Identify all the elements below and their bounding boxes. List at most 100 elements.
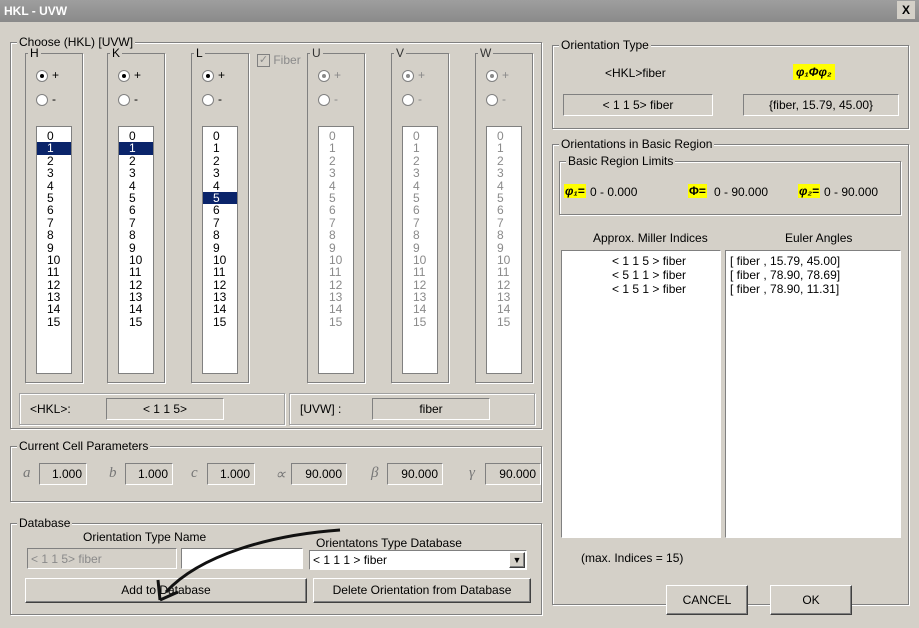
index-option[interactable]: 8: [203, 229, 237, 242]
index-option: 0: [497, 129, 504, 143]
minus-radio[interactable]: -: [36, 92, 56, 106]
uvw-value: fiber: [372, 398, 490, 420]
column-label: K: [110, 46, 123, 60]
index-option[interactable]: 6: [203, 204, 237, 217]
euler-list-item[interactable]: [ fiber , 15.79, 45.00]: [728, 254, 898, 268]
orientation-type-legend: Orientation Type: [559, 38, 651, 52]
index-option[interactable]: 5: [203, 192, 237, 204]
close-icon[interactable]: X: [897, 1, 915, 19]
index-option[interactable]: 11: [37, 266, 71, 279]
index-option[interactable]: 2: [37, 154, 71, 167]
minus-label: -: [218, 92, 222, 106]
plus-radio[interactable]: +: [36, 68, 59, 82]
plus-radio[interactable]: +: [402, 68, 425, 82]
cell-param-symbol: ∝: [275, 467, 286, 483]
index-option: 8: [497, 228, 504, 243]
miller-items: < 1 1 5 > fiber < 5 1 1 > fiber < 1 5 1 > …: [564, 254, 718, 296]
index-option[interactable]: 1: [37, 142, 71, 155]
phi1-range: 0 - 0.000: [590, 185, 638, 199]
euler-list-item[interactable]: [ fiber , 78.90, 78.69]: [728, 268, 898, 282]
index-option: 7: [413, 215, 420, 230]
index-list-v[interactable]: 0 1 2 3 4 5 6 7 8 9 10 11 12 13 14 15: [402, 126, 438, 374]
minus-label: -: [418, 92, 422, 106]
cancel-button[interactable]: CANCEL: [666, 585, 748, 615]
index-list-u[interactable]: 0 1 2 3 4 5 6 7 8 9 10 11 12 13 14 15: [318, 126, 354, 374]
ok-button[interactable]: OK: [770, 585, 852, 615]
euler-angles-list[interactable]: [ fiber , 15.79, 45.00][ fiber , 78.90, …: [725, 250, 901, 538]
index-option[interactable]: 8: [37, 229, 71, 242]
index-option[interactable]: 11: [119, 266, 153, 279]
index-option[interactable]: 15: [37, 315, 71, 328]
index-option[interactable]: 5: [119, 192, 153, 205]
plus-radio[interactable]: +: [118, 68, 141, 82]
index-option[interactable]: 8: [119, 229, 153, 242]
index-list-w[interactable]: 0 1 2 3 4 5 6 7 8 9 10 11 12 13 14 15: [486, 126, 522, 374]
cell-param-symbol: β: [371, 465, 379, 481]
index-option[interactable]: 6: [37, 204, 71, 217]
index-list-h[interactable]: 0 1 2 3 4 5 6 7 8 9 10 11 12 13 14 15: [36, 126, 72, 374]
index-option[interactable]: 4: [119, 179, 153, 192]
orientation-database-select[interactable]: < 1 1 1 > fiber ▼: [309, 550, 527, 570]
fiber-checkbox: ✓ Fiber: [257, 53, 301, 68]
minus-radio[interactable]: -: [402, 92, 422, 106]
index-option: 14: [497, 302, 511, 317]
index-option[interactable]: 3: [37, 167, 71, 180]
index-option[interactable]: 2: [119, 154, 153, 167]
plus-radio[interactable]: +: [318, 68, 341, 82]
orientation-name-input[interactable]: [181, 548, 303, 569]
index-list-k[interactable]: 0 1 2 3 4 5 6 7 8 9 10 11 12 13 14 15: [118, 126, 154, 374]
plus-radio[interactable]: +: [202, 68, 225, 82]
uvw-summary-group: [UVW] : fiber: [289, 393, 535, 425]
index-option[interactable]: 0: [203, 130, 237, 143]
miller-indices-list[interactable]: < 1 1 5 > fiber < 5 1 1 > fiber < 1 5 1 > …: [561, 250, 721, 538]
index-option: 5: [413, 190, 420, 205]
radio-icon: [486, 69, 498, 82]
index-option[interactable]: 15: [119, 315, 153, 328]
add-to-database-button[interactable]: Add to Database: [25, 578, 307, 603]
index-option[interactable]: 1: [119, 142, 153, 155]
index-option: 6: [497, 203, 504, 218]
index-option[interactable]: 1: [203, 142, 237, 155]
orientation-type-group: Orientation Type <HKL>fiber φ₁Φφ₂ < 1 1 …: [552, 38, 909, 129]
delete-orientation-button[interactable]: Delete Orientation from Database: [313, 578, 531, 603]
miller-list-item[interactable]: < 1 1 5 > fiber: [564, 254, 718, 268]
index-option[interactable]: 14: [203, 303, 237, 316]
column-label: L: [194, 46, 205, 60]
cell-param-symbol: c: [191, 465, 198, 481]
index-option[interactable]: 7: [119, 216, 153, 229]
index-option[interactable]: 11: [203, 266, 237, 279]
minus-radio[interactable]: -: [202, 92, 222, 106]
chevron-down-icon[interactable]: ▼: [509, 552, 525, 568]
plus-radio[interactable]: +: [486, 68, 509, 82]
index-option[interactable]: 4: [203, 179, 237, 192]
index-option[interactable]: 4: [37, 179, 71, 192]
index-option[interactable]: 3: [203, 167, 237, 180]
index-option[interactable]: 0: [119, 130, 153, 143]
cell-param-symbol: b: [109, 465, 117, 481]
Phi-range: 0 - 90.000: [714, 185, 769, 199]
index-option[interactable]: 7: [37, 216, 71, 229]
miller-list-item[interactable]: < 1 5 1 > fiber: [564, 282, 718, 296]
index-option[interactable]: 0: [37, 130, 71, 143]
plus-label: +: [218, 68, 226, 82]
index-option: 1: [497, 141, 504, 156]
minus-radio[interactable]: -: [486, 92, 506, 106]
index-option[interactable]: 7: [203, 216, 237, 229]
index-option[interactable]: 2: [203, 154, 237, 167]
index-option: 15: [413, 314, 427, 329]
minus-radio[interactable]: -: [318, 92, 338, 106]
minus-label: -: [52, 92, 56, 106]
euler-list-item[interactable]: [ fiber , 78.90, 11.31]: [728, 282, 898, 296]
index-option[interactable]: 14: [37, 303, 71, 316]
radio-icon: [486, 93, 498, 106]
index-option: 3: [497, 166, 504, 181]
index-option[interactable]: 3: [119, 167, 153, 180]
index-option[interactable]: 5: [37, 192, 71, 205]
index-option[interactable]: 15: [203, 315, 237, 328]
index-option: 5: [497, 190, 504, 205]
minus-radio[interactable]: -: [118, 92, 138, 106]
index-list-l[interactable]: 0 1 2 3 4 5 6 7 8 9 10 11 12 13 14 15: [202, 126, 238, 374]
miller-list-item[interactable]: < 5 1 1 > fiber: [564, 268, 718, 282]
index-option[interactable]: 6: [119, 204, 153, 217]
index-option[interactable]: 14: [119, 303, 153, 316]
